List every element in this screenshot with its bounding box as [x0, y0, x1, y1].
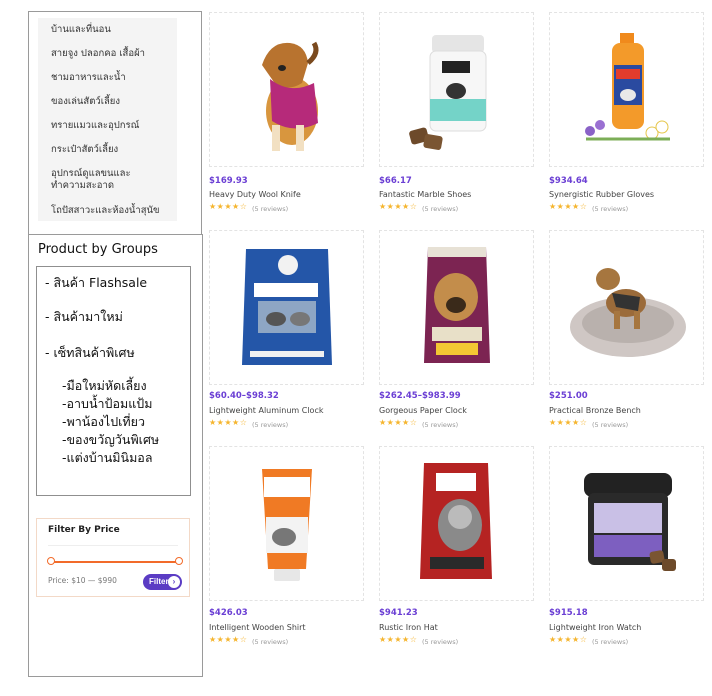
category-list: บ้านและที่นอน สายจูง ปลอกคอ เสื้อผ้า ชาม… — [38, 18, 177, 221]
product-price: $60.40–$98.32 — [209, 391, 279, 401]
category-item[interactable]: สายจูง ปลอกคอ เสื้อผ้า — [51, 48, 171, 60]
shampoo-bottle-icon — [585, 33, 670, 141]
product-image[interactable] — [379, 230, 534, 385]
price-slider-track[interactable] — [50, 561, 179, 563]
dog-in-round-bed-icon — [570, 268, 686, 357]
star-rating-icon: ★★★★☆ — [549, 202, 588, 211]
product-image[interactable] — [209, 230, 364, 385]
product-image[interactable] — [209, 446, 364, 601]
product-name[interactable]: Lightweight Aluminum Clock — [209, 406, 323, 415]
product-image[interactable] — [549, 446, 704, 601]
product-image[interactable] — [209, 12, 364, 167]
product-name[interactable]: Fantastic Marble Shoes — [379, 190, 471, 199]
star-rating-icon: ★★★★☆ — [549, 418, 588, 427]
group-subitem[interactable]: -แต่งบ้านมินิมอล — [62, 448, 152, 468]
star-rating-icon: ★★★★☆ — [379, 635, 418, 644]
price-slider-max-handle[interactable] — [175, 557, 183, 565]
product-price: $915.18 — [549, 608, 588, 618]
review-count[interactable]: (5 reviews) — [422, 421, 458, 429]
review-count[interactable]: (5 reviews) — [422, 638, 458, 646]
product-price: $169.93 — [209, 176, 248, 186]
group-item-flashsale[interactable]: - สินค้า Flashsale — [45, 273, 147, 293]
review-count[interactable]: (5 reviews) — [252, 638, 288, 646]
thundershirt-gel-tube-icon — [262, 469, 312, 581]
gnc-supplement-jar-icon — [409, 35, 487, 150]
category-item[interactable]: บ้านและที่นอน — [51, 24, 171, 36]
nulo-cat-food-bag-icon — [420, 463, 492, 579]
review-count[interactable]: (5 reviews) — [592, 205, 628, 213]
star-rating-icon: ★★★★☆ — [379, 202, 418, 211]
product-groups-title: Product by Groups — [38, 242, 158, 257]
category-item[interactable]: อุปกรณ์ดูแลขนและทำความสะอาด — [51, 168, 163, 192]
product-image[interactable] — [549, 12, 704, 167]
product-price: $251.00 — [549, 391, 588, 401]
review-count[interactable]: (5 reviews) — [422, 205, 458, 213]
chevron-right-icon: › — [168, 576, 180, 588]
product-price: $426.03 — [209, 608, 248, 618]
category-item[interactable]: โถปัสสาวะและห้องน้ำสุนัข — [51, 205, 171, 217]
category-item[interactable]: กระเป๋าสัตว์เลี้ยง — [51, 144, 171, 156]
review-count[interactable]: (5 reviews) — [252, 421, 288, 429]
gnc-omega-vision-jar-icon — [584, 473, 676, 571]
filter-button[interactable]: Filter › — [143, 574, 182, 590]
price-slider-min-handle[interactable] — [47, 557, 55, 565]
group-item-new[interactable]: - สินค้ามาใหม่ — [45, 307, 123, 327]
star-rating-icon: ★★★★☆ — [209, 635, 248, 644]
product-price: $262.45–$983.99 — [379, 391, 461, 401]
product-price: $934.64 — [549, 176, 588, 186]
product-name[interactable]: Rustic Iron Hat — [379, 623, 438, 632]
product-name[interactable]: Lightweight Iron Watch — [549, 623, 641, 632]
star-rating-icon: ★★★★☆ — [209, 418, 248, 427]
hills-dog-food-bag-icon — [424, 247, 490, 363]
dog-in-sweater-icon — [262, 41, 319, 151]
group-subitem[interactable]: -มือใหม่หัดเลี้ยง — [62, 376, 147, 396]
group-subitem[interactable]: -ของขวัญวันพิเศษ — [62, 430, 159, 450]
star-rating-icon: ★★★★☆ — [209, 202, 248, 211]
star-rating-icon: ★★★★☆ — [379, 418, 418, 427]
group-item-special-set[interactable]: - เซ็ทสินค้าพิเศษ — [45, 343, 135, 363]
review-count[interactable]: (5 reviews) — [592, 638, 628, 646]
product-image[interactable] — [379, 446, 534, 601]
product-price: $941.23 — [379, 608, 418, 618]
review-count[interactable]: (5 reviews) — [252, 205, 288, 213]
category-item[interactable]: ของเล่นสัตว์เลี้ยง — [51, 96, 171, 108]
product-name[interactable]: Synergistic Rubber Gloves — [549, 190, 654, 199]
product-name[interactable]: Heavy Duty Wool Knife — [209, 190, 301, 199]
product-name[interactable]: Intelligent Wooden Shirt — [209, 623, 306, 632]
price-range-text: Price: $10 — $990 — [48, 576, 117, 585]
product-name[interactable]: Practical Bronze Bench — [549, 406, 641, 415]
category-item[interactable]: ชามอาหารและน้ำ — [51, 72, 171, 84]
group-subitem[interactable]: -พาน้องไปเที่ยว — [62, 412, 145, 432]
filter-title: Filter By Price — [48, 525, 120, 535]
product-price: $66.17 — [379, 176, 412, 186]
star-rating-icon: ★★★★☆ — [549, 635, 588, 644]
divider — [48, 545, 178, 546]
ultra-cat-litter-bag-icon — [242, 249, 332, 365]
filter-button-label: Filter — [149, 577, 169, 586]
product-name[interactable]: Gorgeous Paper Clock — [379, 406, 467, 415]
category-item[interactable]: ทรายแมวและอุปกรณ์ — [51, 120, 171, 132]
group-subitem[interactable]: -อาบน้ำป้อมแป้ม — [62, 394, 152, 414]
product-image[interactable] — [379, 12, 534, 167]
review-count[interactable]: (5 reviews) — [592, 421, 628, 429]
product-image[interactable] — [549, 230, 704, 385]
